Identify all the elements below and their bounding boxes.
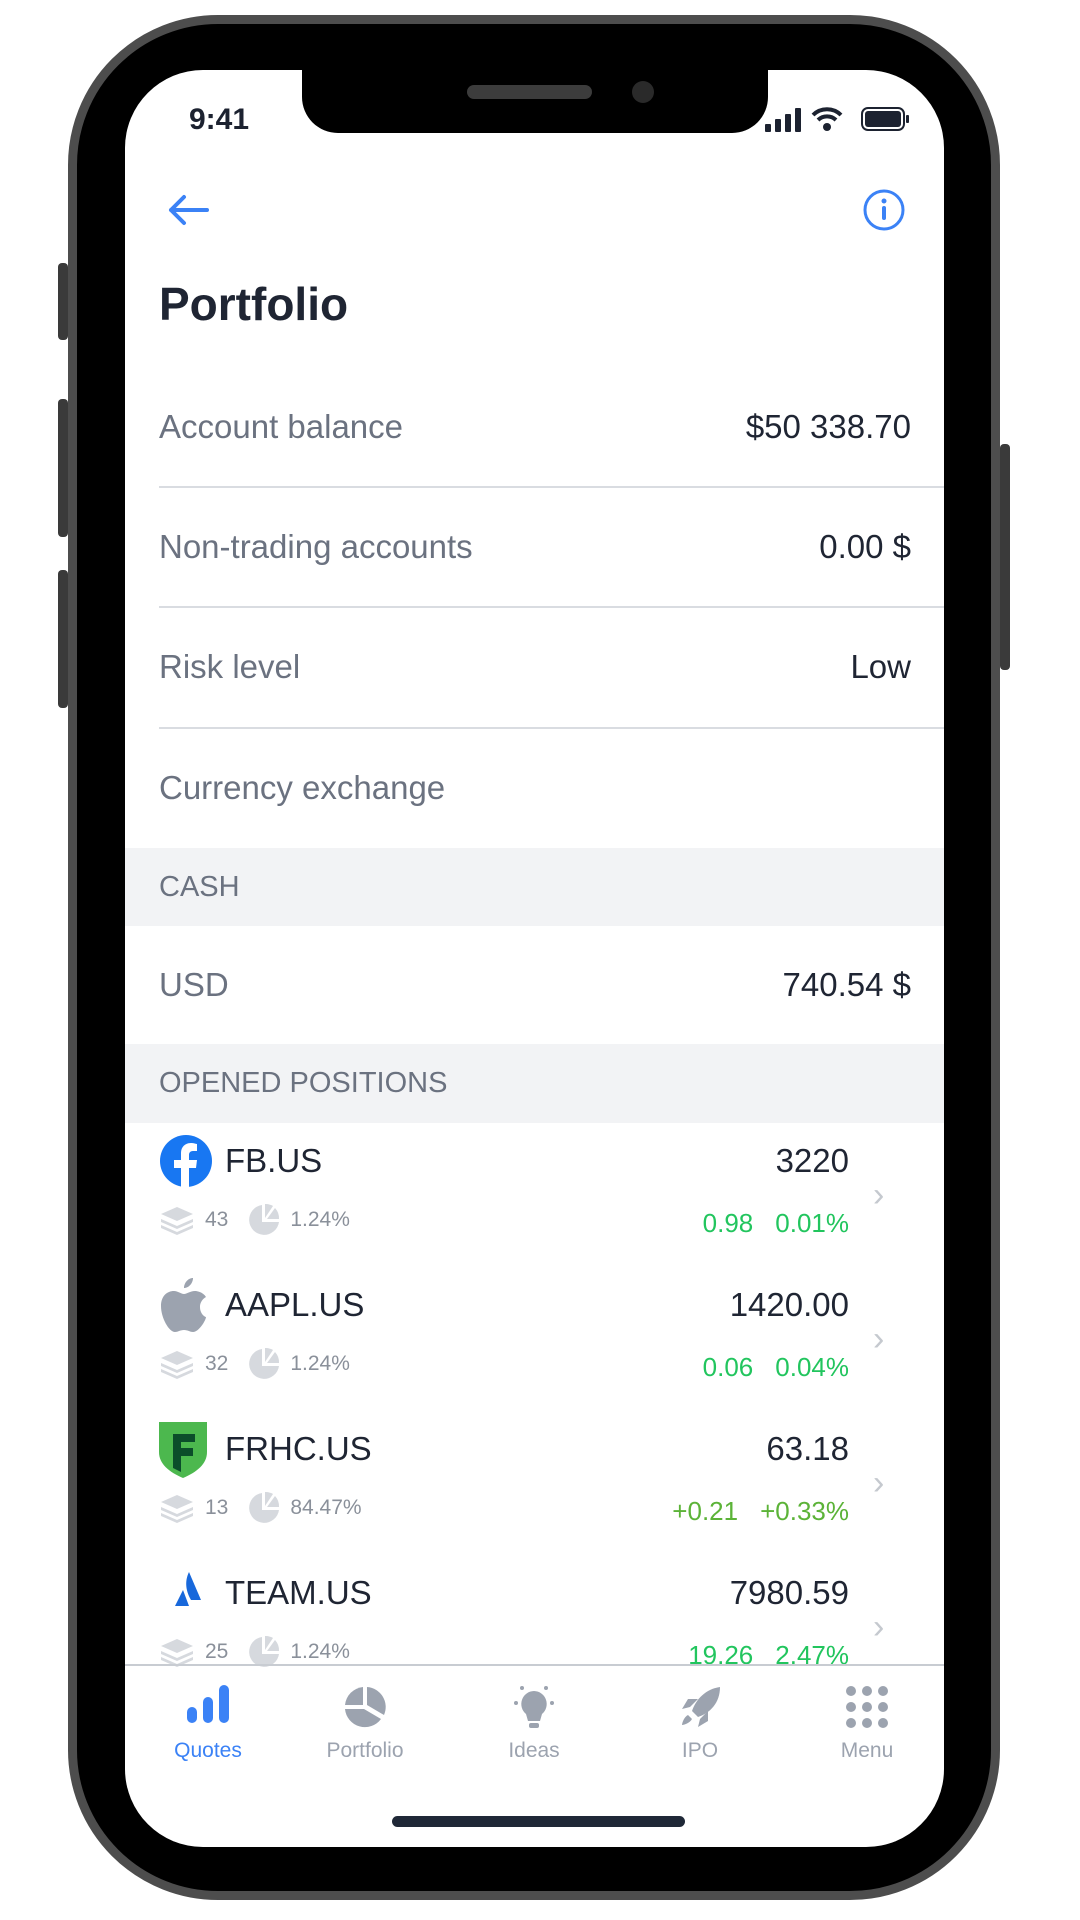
tab-quotes[interactable]: Quotes (148, 1685, 268, 1762)
position-share: 1.24% (290, 1640, 350, 1663)
position-change: 19.26 2.47% (688, 1640, 849, 1671)
tab-label: Quotes (174, 1739, 242, 1762)
layers-icon (161, 1351, 193, 1379)
signal-icon (765, 108, 801, 132)
lightbulb-icon (514, 1686, 554, 1728)
position-change: +0.21 +0.33% (672, 1496, 849, 1527)
tab-bar-divider (125, 1664, 944, 1666)
pie-chart-icon (249, 1492, 280, 1523)
positions-header-label: OPENED POSITIONS (159, 1067, 448, 1099)
position-change-percent: +0.33% (760, 1496, 849, 1526)
position-quantity: 25 (205, 1640, 229, 1663)
tab-portfolio[interactable]: Portfolio (305, 1685, 425, 1762)
chevron-right-icon[interactable]: › (873, 1320, 884, 1359)
position-meta: 43 1.24% (159, 1204, 350, 1236)
position-ticker: AAPL.US (225, 1286, 365, 1323)
chevron-right-icon[interactable]: › (873, 1176, 884, 1215)
tab-label: Menu (840, 1739, 894, 1762)
tab-label: Ideas (508, 1739, 560, 1762)
layers-icon (161, 1639, 193, 1667)
page-title: Portfolio (159, 278, 349, 330)
bar-chart-icon (187, 1685, 229, 1723)
position-change-value: 19.26 (688, 1640, 754, 1670)
atlassian-logo-icon (167, 1566, 211, 1615)
position-share: 1.24% (290, 1208, 350, 1231)
position-change-value: +0.21 (672, 1496, 739, 1526)
cash-header-label: CASH (159, 871, 240, 903)
divider (159, 606, 944, 608)
tab-menu[interactable]: Menu (807, 1685, 927, 1762)
position-ticker: FB.US (225, 1142, 323, 1179)
account-balance-label: Account balance (159, 408, 404, 445)
info-icon[interactable] (862, 188, 906, 232)
position-share: 1.24% (290, 1352, 350, 1375)
position-change: 0.98 0.01% (703, 1208, 849, 1239)
position-price: 3220 (775, 1142, 849, 1179)
tab-label: Portfolio (326, 1739, 404, 1762)
position-change-value: 0.06 (702, 1352, 754, 1382)
volume-down-button (58, 570, 68, 708)
position-price: 63.18 (766, 1430, 849, 1467)
pie-chart-icon (249, 1348, 280, 1379)
cash-currency: USD (159, 966, 229, 1003)
notch (302, 70, 768, 133)
rocket-icon (682, 1687, 720, 1727)
divider (159, 727, 944, 729)
cash-amount: 740.54 $ (782, 966, 911, 1003)
position-share: 84.47% (290, 1496, 362, 1519)
apple-logo-icon (159, 1278, 209, 1337)
pie-chart-icon (345, 1687, 386, 1728)
positions-section-header: OPENED POSITIONS (125, 1044, 944, 1123)
position-change: 0.06 0.04% (703, 1352, 849, 1383)
position-price: 1420.00 (729, 1286, 849, 1323)
mute-switch (58, 263, 68, 340)
cash-section-header: CASH (125, 848, 944, 926)
account-balance-value: $50 338.70 (745, 408, 911, 445)
layers-icon (161, 1495, 193, 1523)
position-ticker: FRHC.US (225, 1430, 372, 1467)
status-time: 9:41 (189, 103, 250, 136)
position-quantity: 43 (205, 1208, 229, 1231)
wifi-icon (811, 107, 843, 131)
power-button (1000, 444, 1010, 670)
home-indicator[interactable] (392, 1816, 685, 1827)
pie-chart-icon (249, 1204, 280, 1235)
freedom-logo-icon (159, 1422, 207, 1483)
non-trading-accounts-value: 0.00 $ (819, 528, 911, 565)
position-price: 7980.59 (729, 1574, 849, 1611)
chevron-right-icon[interactable]: › (873, 1464, 884, 1503)
position-change-percent: 2.47% (775, 1640, 849, 1670)
risk-level-value: Low (850, 648, 911, 685)
currency-exchange-link[interactable]: Currency exchange (159, 769, 445, 807)
position-change-value: 0.98 (702, 1208, 754, 1238)
risk-level-label: Risk level (159, 648, 301, 685)
volume-up-button (58, 399, 68, 537)
position-ticker: TEAM.US (225, 1574, 372, 1611)
screen: 9:41 Portfolio Account balance $50 338.7… (125, 70, 944, 1847)
divider (159, 486, 944, 488)
position-quantity: 13 (205, 1496, 229, 1519)
battery-icon (861, 107, 909, 131)
non-trading-accounts-label[interactable]: Non-trading accounts (159, 528, 473, 566)
grid-dots-icon (846, 1686, 888, 1728)
back-arrow-icon[interactable] (167, 194, 209, 226)
layers-icon (161, 1207, 193, 1235)
facebook-logo-icon (159, 1134, 213, 1193)
tab-label: IPO (681, 1739, 719, 1762)
position-quantity: 32 (205, 1352, 229, 1375)
position-change-percent: 0.04% (775, 1352, 849, 1382)
chevron-right-icon[interactable]: › (873, 1608, 884, 1647)
position-change-percent: 0.01% (775, 1208, 849, 1238)
tab-ideas[interactable]: Ideas (474, 1685, 594, 1762)
position-meta: 32 1.24% (159, 1348, 350, 1380)
tab-ipo[interactable]: IPO (640, 1685, 760, 1762)
position-meta: 13 84.47% (159, 1492, 362, 1524)
